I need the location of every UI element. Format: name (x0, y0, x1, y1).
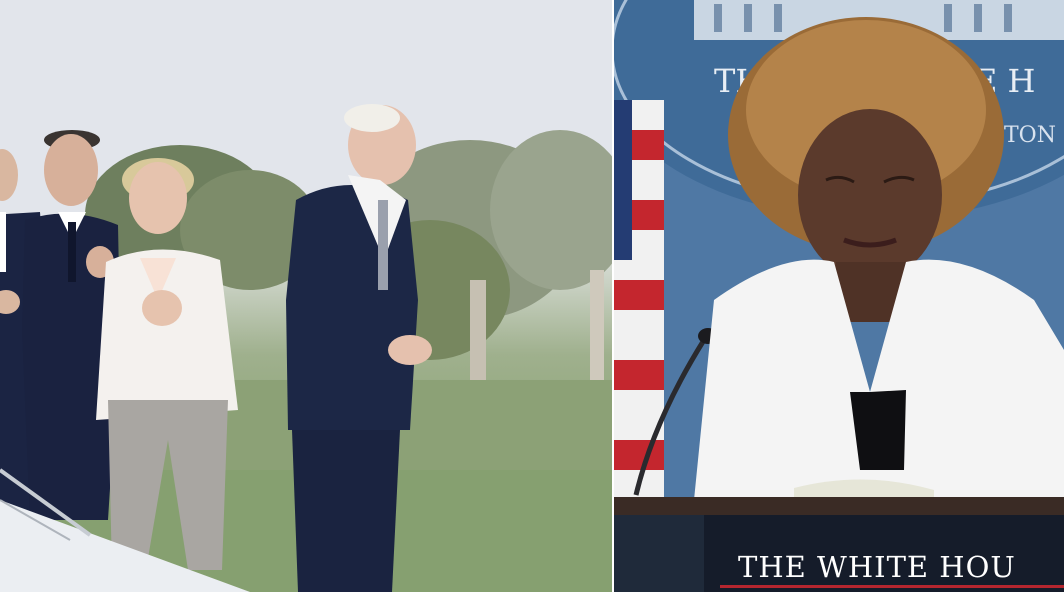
right-photo-panel: TH E H TON (614, 0, 1064, 592)
american-flag (614, 100, 664, 500)
lectern-red-line (720, 585, 1064, 588)
left-photo-panel (0, 0, 612, 592)
briefing-room-illustration: TH E H TON (614, 0, 1064, 592)
outdoor-scene-illustration (0, 0, 612, 592)
seal-text-3: TON (1004, 123, 1056, 148)
split-screen-image: TH E H TON THE WHITE HOU (0, 0, 1064, 592)
lectern-sign-text: THE WHITE HOU (738, 550, 1016, 584)
